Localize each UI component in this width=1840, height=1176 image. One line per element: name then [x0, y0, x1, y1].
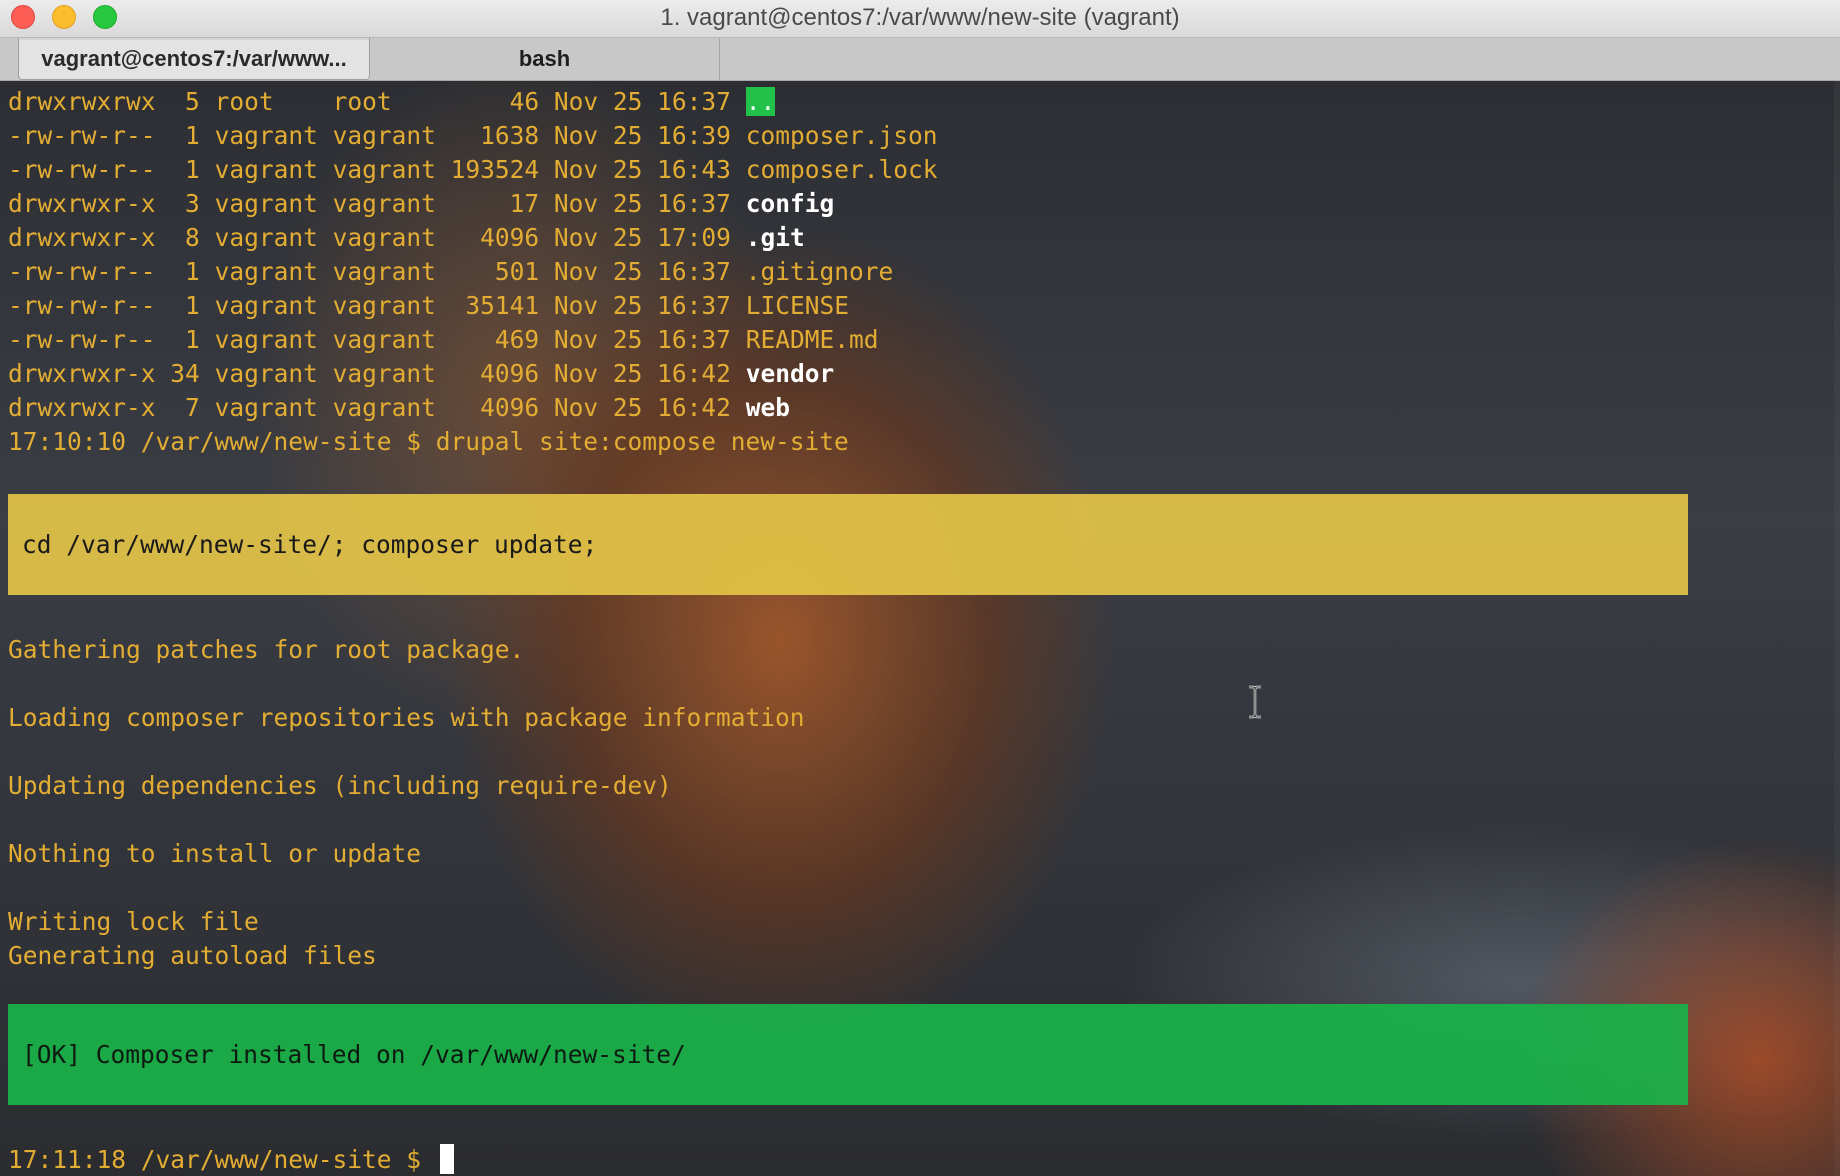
tab-bash[interactable]: bash: [370, 38, 720, 80]
terminal-window: 1. vagrant@centos7:/var/www/new-site (va…: [0, 0, 1840, 1176]
ibeam-cursor-icon: [1249, 685, 1261, 719]
listing-row: drwxrwxr-x 34 vagrant vagrant 4096 Nov 2…: [8, 359, 835, 388]
command-line: 17:10:10 /var/www/new-site $ drupal site…: [8, 427, 849, 456]
listing-name-file: .gitignore: [745, 257, 894, 286]
listing-row: -rw-rw-r-- 1 vagrant vagrant 469 Nov 25 …: [8, 325, 879, 354]
tab-vagrant-session[interactable]: vagrant@centos7:/var/www...: [18, 38, 370, 80]
title-bar[interactable]: 1. vagrant@centos7:/var/www/new-site (va…: [0, 0, 1840, 38]
listing-name-file: README.md: [745, 325, 879, 354]
listing-row: drwxrwxrwx 5 root root 46 Nov 25 16:37 .…: [8, 87, 776, 116]
listing-name-file: LICENSE: [745, 291, 849, 320]
output-gathering: Gathering patches for root package.: [8, 635, 525, 664]
window-title: 1. vagrant@centos7:/var/www/new-site (va…: [660, 4, 1180, 31]
text-cursor: [439, 1144, 454, 1174]
listing-row: drwxrwxr-x 8 vagrant vagrant 4096 Nov 25…: [8, 223, 805, 252]
output-loading: Loading composer repositories with packa…: [8, 703, 805, 732]
listing-name-dir: vendor: [745, 359, 835, 388]
command-banner: cd /var/www/new-site/; composer update;: [8, 494, 1688, 595]
listing-name-file: composer.json: [745, 121, 938, 150]
output-nothing: Nothing to install or update: [8, 839, 422, 868]
output-updating: Updating dependencies (including require…: [8, 771, 672, 800]
terminal-output[interactable]: drwxrwxrwx 5 root root 46 Nov 25 16:37 .…: [0, 81, 1840, 1176]
prompt-text: 17:11:18 /var/www/new-site $: [8, 1145, 436, 1174]
listing-row: -rw-rw-r-- 1 vagrant vagrant 1638 Nov 25…: [8, 121, 938, 150]
listing-row: -rw-rw-r-- 1 vagrant vagrant 35141 Nov 2…: [8, 291, 849, 320]
listing-row: drwxrwxr-x 3 vagrant vagrant 17 Nov 25 1…: [8, 189, 835, 218]
listing-row: -rw-rw-r-- 1 vagrant vagrant 501 Nov 25 …: [8, 257, 894, 286]
terminal-text: drwxrwxrwx 5 root root 46 Nov 25 16:37 .…: [8, 81, 1828, 1174]
listing-name-dir: web: [745, 393, 790, 422]
prompt-line[interactable]: 17:11:18 /var/www/new-site $: [8, 1143, 454, 1176]
listing-name-file: composer.lock: [745, 155, 938, 184]
listing-name-dir: config: [745, 189, 835, 218]
output-generating: Generating autoload files: [8, 941, 377, 970]
tab-bar: vagrant@centos7:/var/www... bash: [0, 38, 1840, 81]
success-banner: [OK] Composer installed on /var/www/new-…: [8, 1004, 1688, 1105]
terminal-scrollbar[interactable]: [1834, 81, 1840, 1176]
listing-name-dir: .git: [745, 223, 805, 252]
listing-row: -rw-rw-r-- 1 vagrant vagrant 193524 Nov …: [8, 155, 938, 184]
output-writing: Writing lock file: [8, 907, 259, 936]
listing-row: drwxrwxr-x 7 vagrant vagrant 4096 Nov 25…: [8, 393, 790, 422]
listing-name-parent-dir: ..: [745, 87, 776, 116]
